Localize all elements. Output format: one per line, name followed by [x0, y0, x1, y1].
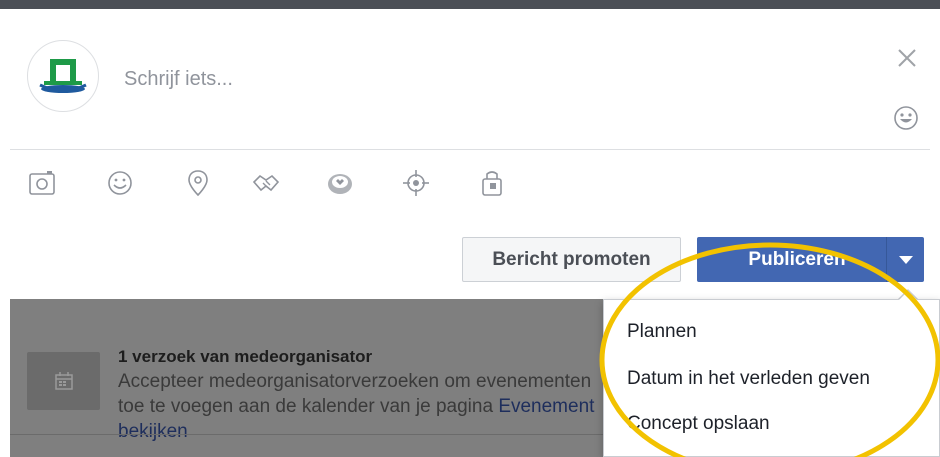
- publish-options-menu: Plannen Datum in het verleden geven Conc…: [603, 299, 940, 457]
- location-pin-icon[interactable]: [183, 168, 213, 198]
- badge-icon[interactable]: [325, 168, 355, 198]
- publish-button[interactable]: Publiceren: [697, 237, 887, 282]
- promote-button[interactable]: Bericht promoten: [462, 237, 681, 282]
- feeling-smiley-icon[interactable]: [105, 168, 135, 198]
- handshake-icon[interactable]: [251, 168, 281, 198]
- menu-item-schedule[interactable]: Plannen: [627, 321, 697, 343]
- page-avatar[interactable]: [27, 40, 99, 112]
- composer-input[interactable]: [122, 62, 766, 96]
- menu-item-backdate[interactable]: Datum in het verleden geven: [627, 368, 870, 390]
- request-title: 1 verzoek van medeorganisator: [118, 347, 373, 366]
- shopping-bag-icon[interactable]: [477, 168, 507, 198]
- top-bar: [0, 0, 940, 9]
- request-description: Accepteer medeorganisatorverzoeken om ev…: [118, 369, 598, 444]
- camera-icon[interactable]: [27, 168, 57, 198]
- close-icon[interactable]: [893, 44, 921, 72]
- page-logo-icon: [39, 59, 87, 93]
- composer-divider: [10, 149, 930, 150]
- chevron-down-icon: [898, 255, 913, 264]
- dropdown-caret-fill: [898, 291, 918, 301]
- calendar-tile: [27, 352, 100, 410]
- menu-item-save-draft[interactable]: Concept opslaan: [627, 413, 770, 435]
- calendar-icon: [54, 372, 73, 390]
- publish-dropdown-button[interactable]: [886, 237, 924, 282]
- smiley-icon[interactable]: [893, 105, 919, 131]
- target-icon[interactable]: [401, 168, 431, 198]
